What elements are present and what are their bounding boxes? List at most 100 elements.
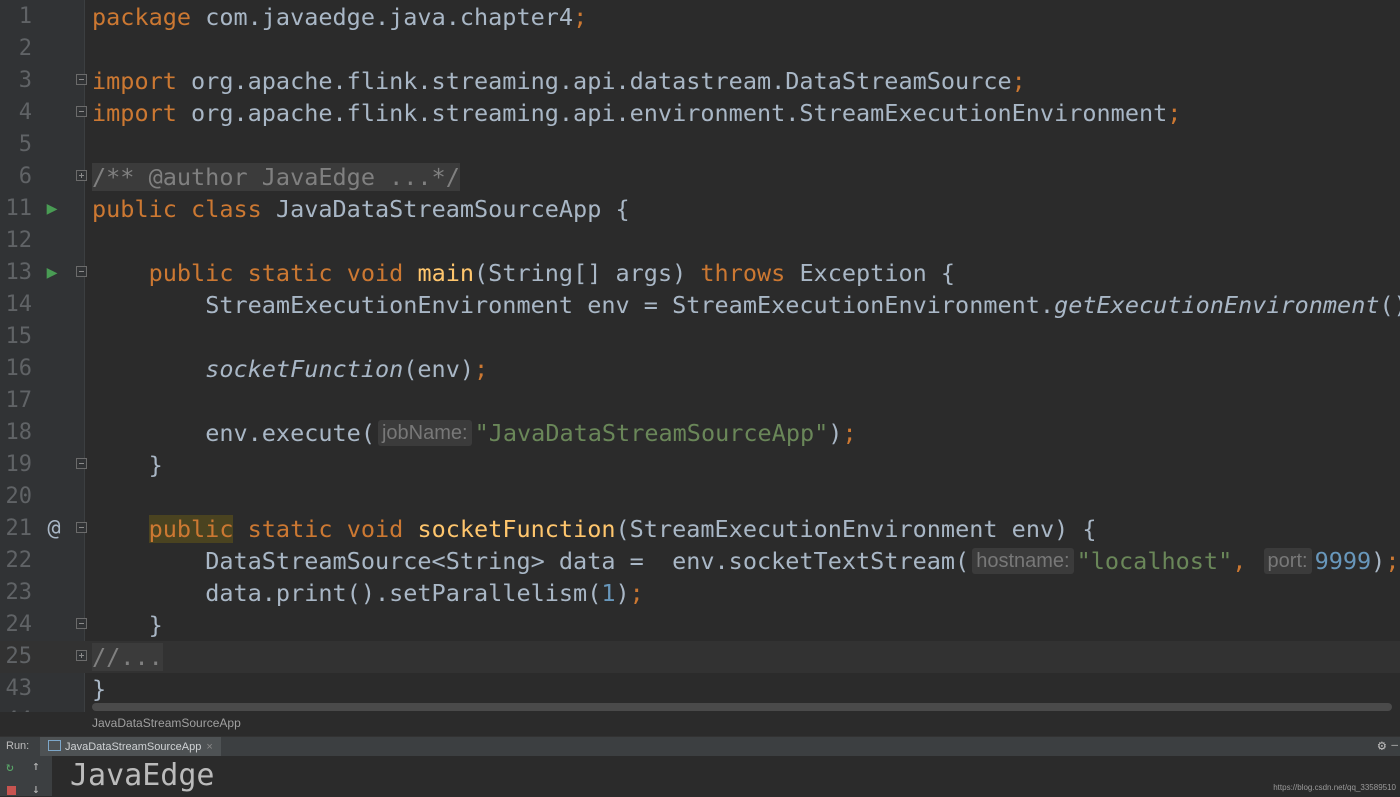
run-tab[interactable]: JavaDataStreamSourceApp ×: [40, 737, 221, 757]
code-text[interactable]: import org.apache.flink.streaming.api.da…: [92, 65, 1026, 97]
code-line[interactable]: 2: [0, 33, 1400, 65]
fold-icon[interactable]: [76, 522, 87, 533]
code-token: Exception {: [785, 259, 956, 287]
fold-icon[interactable]: [76, 170, 87, 181]
code-line[interactable]: 12: [0, 225, 1400, 257]
line-number: 14: [5, 292, 33, 317]
gear-icon[interactable]: ⚙: [1378, 738, 1386, 754]
code-line[interactable]: 11 ▶ public class JavaDataStreamSourceAp…: [0, 193, 1400, 225]
run-icon[interactable]: ▶: [42, 257, 62, 289]
parameter-hint: jobName:: [377, 420, 472, 446]
code-line[interactable]: 16 socketFunction(env);: [0, 353, 1400, 385]
number-literal: 1: [601, 579, 616, 607]
semicolon: ;: [629, 579, 644, 607]
line-number: 3: [18, 68, 32, 93]
line-number: 19: [5, 452, 33, 477]
code-line[interactable]: 18 env.execute(jobName: "JavaDataStreamSo…: [0, 417, 1400, 449]
code-text[interactable]: socketFunction(env);: [92, 353, 488, 385]
code-text[interactable]: public class JavaDataStreamSourceApp {: [92, 193, 630, 225]
semicolon: ;: [842, 419, 857, 447]
code-line[interactable]: 3 import org.apache.flink.streaming.api.…: [0, 65, 1400, 97]
code-token: StreamExecutionEnvironment env = StreamE…: [205, 291, 1055, 319]
run-icon[interactable]: ▶: [42, 193, 62, 225]
method-name: socketFunction: [417, 515, 616, 543]
close-icon[interactable]: ×: [206, 741, 212, 753]
keyword: import: [92, 67, 177, 95]
code-line[interactable]: 14 StreamExecutionEnvironment env = Stre…: [0, 289, 1400, 321]
code-line[interactable]: 43 }: [0, 673, 1400, 705]
code-text[interactable]: //...: [92, 641, 163, 673]
line-number: 20: [5, 484, 33, 509]
code-text[interactable]: DataStreamSource<String> data = env.sock…: [92, 545, 1399, 577]
code-line[interactable]: 21 @ public static void socketFunction(S…: [0, 513, 1400, 545]
fold-icon[interactable]: [76, 266, 87, 277]
semicolon: ;: [1385, 547, 1400, 575]
implements-icon[interactable]: @: [44, 513, 64, 545]
code-text[interactable]: package com.javaedge.java.chapter4;: [92, 1, 587, 33]
code-line[interactable]: 13 ▶ public static void main(String[] ar…: [0, 257, 1400, 289]
scroll-down-icon[interactable]: ↓: [32, 782, 40, 797]
code-token: (String[] args): [474, 259, 701, 287]
stop-icon[interactable]: [7, 786, 16, 795]
code-text[interactable]: }: [92, 673, 106, 705]
code-line-current[interactable]: 25 //...: [0, 641, 1400, 673]
code-editor[interactable]: 1 package com.javaedge.java.chapter4; 2 …: [0, 0, 1400, 712]
fold-icon[interactable]: [76, 650, 87, 661]
line-number: 24: [5, 612, 33, 637]
code-line[interactable]: 22 DataStreamSource<String> data = env.s…: [0, 545, 1400, 577]
code-token: (): [1379, 291, 1400, 319]
fold-icon[interactable]: [76, 74, 87, 85]
code-line[interactable]: 15: [0, 321, 1400, 353]
run-console[interactable]: ↻ ↑ ↓ JavaEdge: [0, 756, 1400, 797]
code-text[interactable]: data.print().setParallelism(1);: [92, 577, 644, 609]
code-line[interactable]: 24 }: [0, 609, 1400, 641]
string-literal: "JavaDataStreamSourceApp": [474, 419, 829, 447]
hide-icon[interactable]: –: [1391, 738, 1398, 751]
keyword: class: [191, 195, 262, 223]
code-line[interactable]: 5: [0, 129, 1400, 161]
code-text[interactable]: StreamExecutionEnvironment env = StreamE…: [92, 289, 1400, 321]
breadcrumb-item[interactable]: JavaDataStreamSourceApp: [92, 716, 241, 730]
folded-comment[interactable]: /** @author JavaEdge ...*/: [92, 163, 460, 191]
fold-icon[interactable]: [76, 458, 87, 469]
scroll-up-icon[interactable]: ↑: [32, 759, 40, 774]
code-text[interactable]: }: [92, 449, 163, 481]
code-line[interactable]: 19 }: [0, 449, 1400, 481]
line-number: 13: [5, 260, 33, 285]
code-line[interactable]: 1 package com.javaedge.java.chapter4;: [0, 1, 1400, 33]
code-token: DataStreamSource<String> data = env.sock…: [205, 547, 970, 575]
fold-icon[interactable]: [76, 618, 87, 629]
code-text[interactable]: public static void main(String[] args) t…: [92, 257, 955, 289]
horizontal-scrollbar[interactable]: [92, 703, 1392, 711]
folded-comment[interactable]: //...: [92, 643, 163, 671]
rerun-icon[interactable]: ↻: [6, 760, 14, 775]
parameter-hint: port:: [1263, 548, 1312, 574]
keyword: public: [92, 195, 177, 223]
code-text[interactable]: }: [92, 609, 163, 641]
static-call: socketFunction: [205, 355, 404, 383]
console-icon: [48, 740, 61, 751]
code-token: }: [148, 611, 163, 639]
code-text[interactable]: /** @author JavaEdge ...*/: [92, 161, 460, 193]
fold-icon[interactable]: [76, 106, 87, 117]
keyword-highlighted: public: [148, 515, 234, 543]
code-line[interactable]: 17: [0, 385, 1400, 417]
code-line[interactable]: 4 import org.apache.flink.streaming.api.…: [0, 97, 1400, 129]
code-token: ): [828, 419, 843, 447]
code-line[interactable]: 23 data.print().setParallelism(1);: [0, 577, 1400, 609]
keyword: static: [247, 259, 333, 287]
code-token: com.javaedge.java.chapter4: [191, 3, 574, 31]
comma: ,: [1232, 547, 1247, 575]
code-line[interactable]: 6 /** @author JavaEdge ...*/: [0, 161, 1400, 193]
code-text[interactable]: env.execute(jobName: "JavaDataStreamSourc…: [92, 417, 857, 449]
code-text[interactable]: import org.apache.flink.streaming.api.en…: [92, 97, 1181, 129]
code-line[interactable]: 20: [0, 481, 1400, 513]
code-text[interactable]: public static void socketFunction(Stream…: [92, 513, 1097, 545]
code-token: (env): [403, 355, 475, 383]
line-number: 5: [18, 132, 32, 157]
code-token: }: [148, 451, 163, 479]
number-literal: 9999: [1314, 547, 1372, 575]
